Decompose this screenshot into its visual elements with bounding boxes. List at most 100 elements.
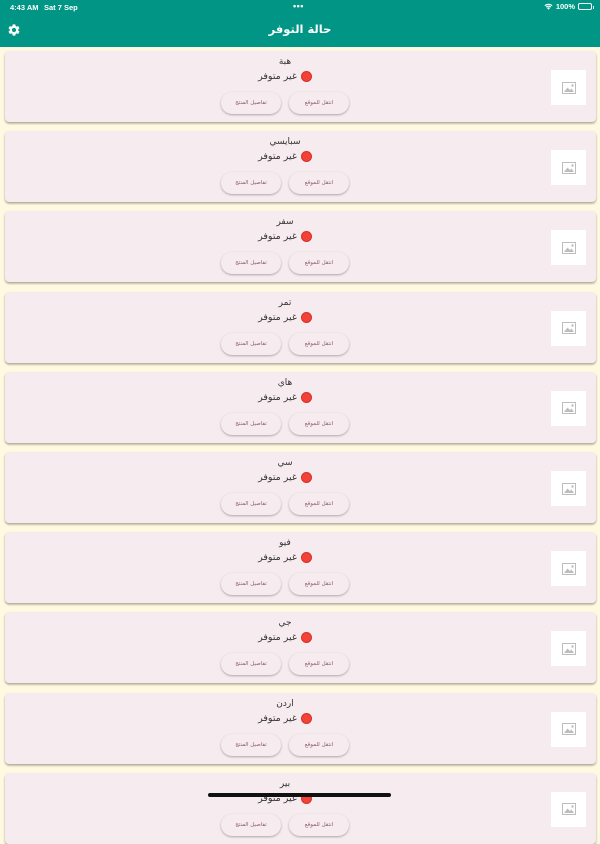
- product-name: تمر: [278, 297, 292, 308]
- availability-status: غير متوفر: [5, 472, 565, 483]
- product-card: هبة غير متوفر تفاصيل المنتج انتقل للموقع: [5, 51, 596, 122]
- visit-site-button[interactable]: انتقل للموقع: [289, 493, 349, 515]
- product-card: بير غير متوفر تفاصيل المنتج انتقل للموقع: [5, 772, 596, 844]
- availability-status: غير متوفر: [5, 552, 565, 564]
- product-card: سفر غير متوفر تفاصيل المنتج انتقل للموقع: [5, 211, 596, 283]
- status-dot-icon: [300, 311, 312, 323]
- card-actions: تفاصيل المنتج انتقل للموقع: [215, 733, 355, 756]
- card-actions: تفاصيل المنتج انتقل للموقع: [215, 252, 355, 275]
- page-title: حالة التوفر: [268, 22, 332, 36]
- card-actions: تفاصيل المنتج انتقل للموقع: [215, 412, 355, 435]
- status-dot-icon: [300, 472, 312, 483]
- visit-site-button[interactable]: انتقل للموقع: [289, 412, 349, 435]
- availability-status: غير متوفر: [5, 151, 565, 163]
- product-details-button[interactable]: تفاصيل المنتج: [221, 493, 281, 515]
- availability-status: غير متوفر: [5, 311, 565, 323]
- wifi-icon: [544, 3, 553, 10]
- product-image: [551, 551, 586, 587]
- image-placeholder-icon: [561, 723, 576, 736]
- availability-status: غير متوفر: [5, 231, 565, 243]
- visit-site-button[interactable]: انتقل للموقع: [289, 332, 349, 355]
- status-time: 4:43 AM: [10, 3, 39, 12]
- status-right: 100%: [544, 2, 594, 11]
- availability-status: غير متوفر: [5, 71, 565, 82]
- visit-site-button[interactable]: انتقل للموقع: [289, 653, 349, 676]
- status-dot-icon: [300, 712, 312, 724]
- image-placeholder-icon: [561, 803, 576, 816]
- product-details-button[interactable]: تفاصيل المنتج: [221, 332, 281, 355]
- product-name: سفر: [276, 217, 294, 228]
- status-bar: 4:43 AM Sat 7 Sep ••• 100%: [0, 0, 600, 14]
- status-label: غير متوفر: [258, 632, 297, 644]
- product-card: فيو غير متوفر تفاصيل المنتج انتقل للموقع: [5, 532, 596, 604]
- visit-site-button[interactable]: انتقل للموقع: [289, 172, 349, 195]
- product-name: هبة: [278, 57, 292, 67]
- product-name: سبايسي: [269, 137, 301, 148]
- image-placeholder-icon: [561, 482, 576, 495]
- availability-status: غير متوفر: [5, 391, 565, 403]
- status-date: Sat 7 Sep: [44, 3, 78, 12]
- status-label: غير متوفر: [258, 71, 297, 82]
- product-name: بير: [279, 778, 291, 789]
- product-image: [551, 310, 586, 346]
- card-actions: تفاصيل المنتج انتقل للموقع: [215, 573, 355, 596]
- image-placeholder-icon: [561, 562, 576, 575]
- product-details-button[interactable]: تفاصيل المنتج: [221, 573, 281, 596]
- visit-site-button[interactable]: انتقل للموقع: [289, 92, 349, 114]
- product-details-button[interactable]: تفاصيل المنتج: [221, 653, 281, 676]
- product-name: جي: [278, 618, 292, 629]
- product-card: سبايسي غير متوفر تفاصيل المنتج انتقل للموقع: [5, 131, 596, 203]
- product-card: تمر غير متوفر تفاصيل المنتج انتقل للموقع: [5, 291, 596, 363]
- product-details-button[interactable]: تفاصيل المنتج: [221, 172, 281, 195]
- status-dot-icon: [300, 231, 312, 243]
- product-details-button[interactable]: تفاصيل المنتج: [221, 813, 281, 836]
- home-indicator: [208, 793, 391, 797]
- product-details-button[interactable]: تفاصيل المنتج: [221, 92, 281, 114]
- product-image: [551, 230, 586, 266]
- product-image: [551, 390, 586, 426]
- product-details-button[interactable]: تفاصيل المنتج: [221, 252, 281, 275]
- card-actions: تفاصيل المنتج انتقل للموقع: [215, 332, 355, 355]
- battery-icon: [578, 3, 594, 10]
- visit-site-button[interactable]: انتقل للموقع: [289, 813, 349, 836]
- product-name: سي: [277, 458, 293, 468]
- status-dot-icon: [300, 391, 312, 403]
- product-image: [551, 631, 586, 667]
- product-image: [551, 791, 586, 827]
- card-actions: تفاصيل المنتج انتقل للموقع: [215, 653, 355, 676]
- status-label: غير متوفر: [258, 712, 297, 724]
- product-card: جي غير متوفر تفاصيل المنتج انتقل للموقع: [5, 612, 596, 684]
- visit-site-button[interactable]: انتقل للموقع: [289, 733, 349, 756]
- status-label: غير متوفر: [258, 311, 297, 323]
- image-placeholder-icon: [561, 402, 576, 415]
- product-details-button[interactable]: تفاصيل المنتج: [221, 733, 281, 756]
- status-dot-icon: [300, 151, 312, 163]
- status-dot-icon: [300, 632, 312, 644]
- status-label: غير متوفر: [258, 391, 297, 403]
- app-bar: حالة التوفر: [0, 14, 600, 47]
- image-placeholder-icon: [561, 81, 576, 94]
- image-placeholder-icon: [561, 161, 576, 174]
- status-label: غير متوفر: [258, 552, 297, 564]
- status-dot-icon: [300, 552, 312, 564]
- image-placeholder-icon: [561, 241, 576, 254]
- card-actions: تفاصيل المنتج انتقل للموقع: [215, 813, 355, 836]
- product-card: سي غير متوفر تفاصيل المنتج انتقل للموقع: [5, 452, 596, 523]
- multitask-dots: •••: [293, 1, 304, 11]
- card-actions: تفاصيل المنتج انتقل للموقع: [215, 92, 355, 114]
- visit-site-button[interactable]: انتقل للموقع: [289, 573, 349, 596]
- product-card: هاي غير متوفر تفاصيل المنتج انتقل للموقع: [5, 371, 596, 443]
- card-actions: تفاصيل المنتج انتقل للموقع: [215, 172, 355, 195]
- product-image: [551, 471, 586, 506]
- image-placeholder-icon: [561, 322, 576, 335]
- card-actions: تفاصيل المنتج انتقل للموقع: [215, 493, 355, 515]
- status-label: غير متوفر: [258, 151, 297, 163]
- product-image: [551, 150, 586, 186]
- product-card: اردن غير متوفر تفاصيل المنتج انتقل للموقع: [5, 692, 596, 764]
- product-details-button[interactable]: تفاصيل المنتج: [221, 412, 281, 435]
- product-image: [551, 711, 586, 747]
- visit-site-button[interactable]: انتقل للموقع: [289, 252, 349, 275]
- availability-status: غير متوفر: [5, 632, 565, 644]
- image-placeholder-icon: [561, 642, 576, 655]
- battery-percent: 100%: [555, 2, 575, 11]
